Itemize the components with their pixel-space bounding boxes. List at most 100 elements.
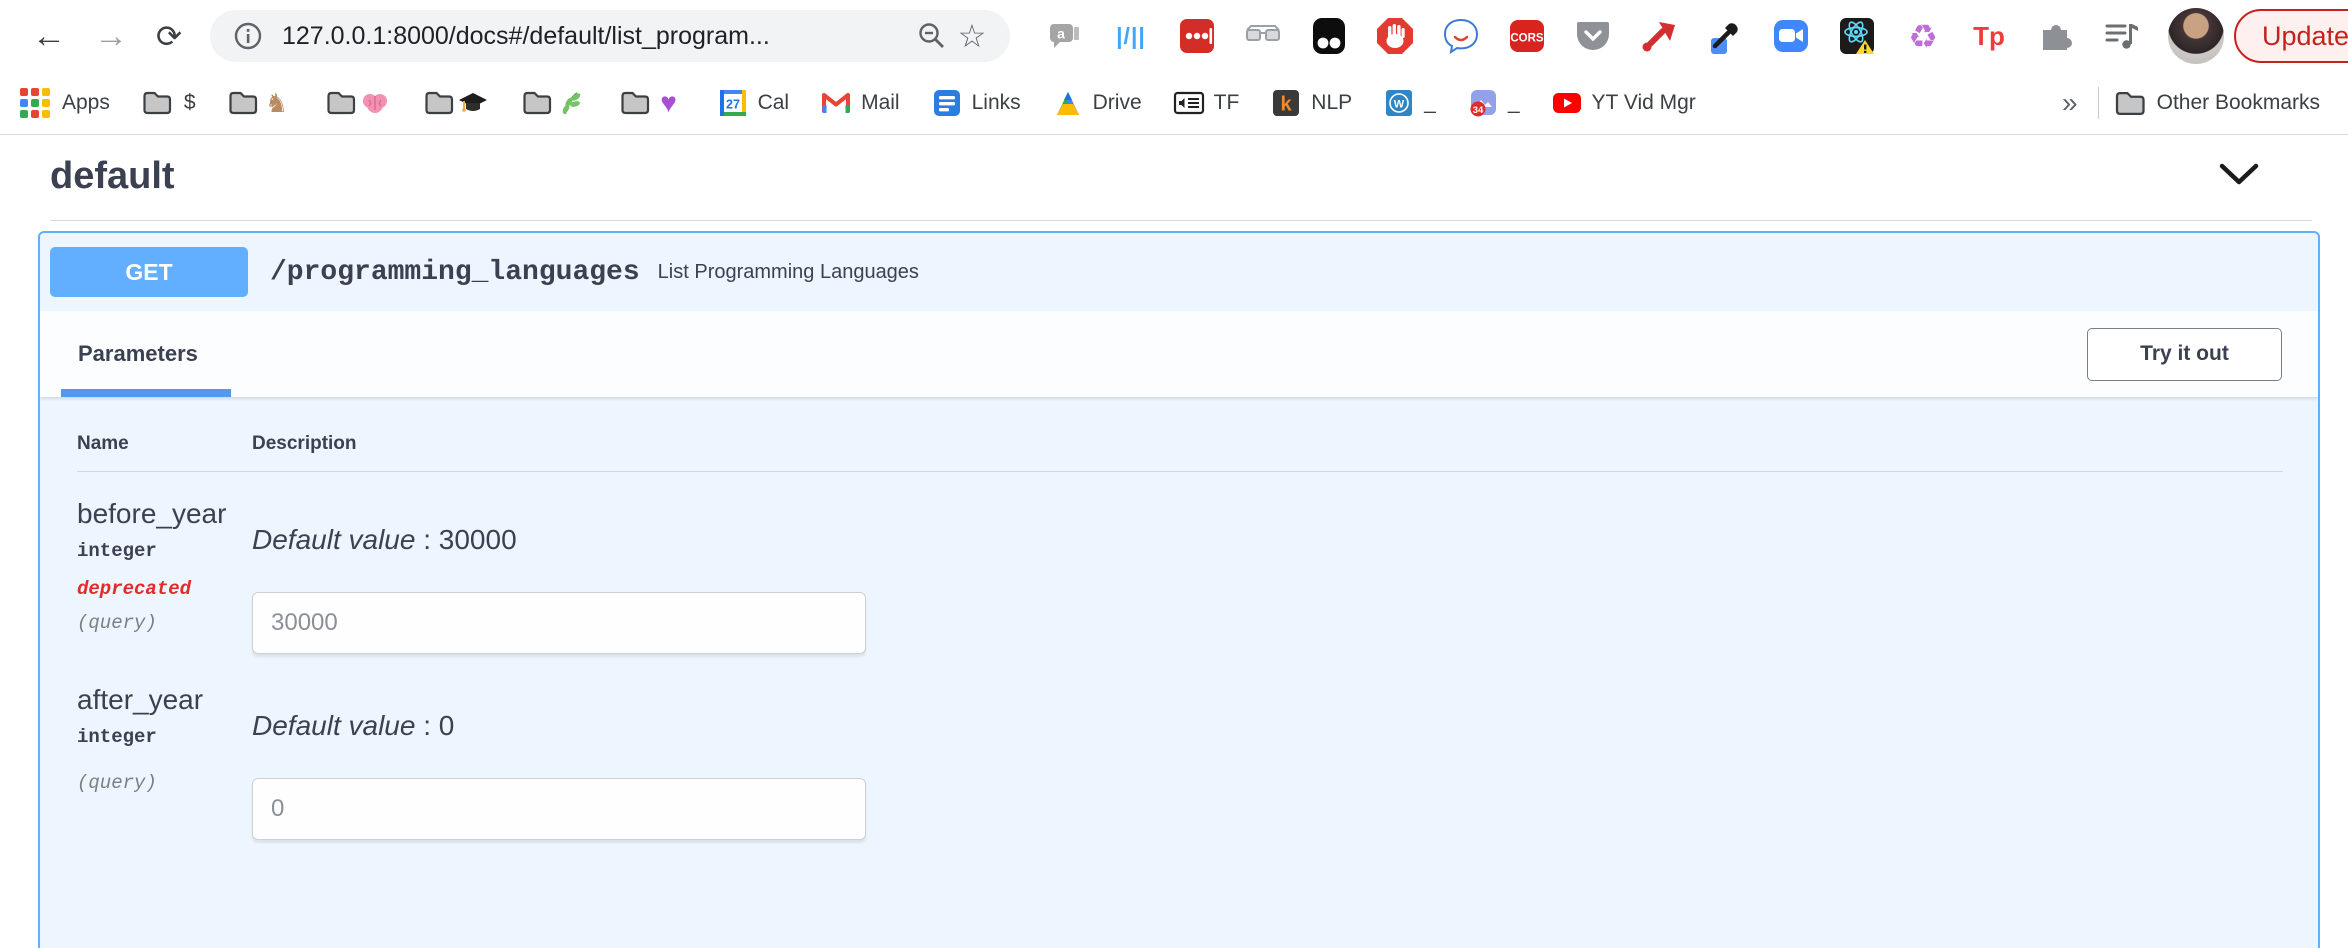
purple-heart-icon: ♥ (652, 86, 686, 120)
chrome-update-button[interactable]: Update ⋮ (2234, 9, 2348, 63)
bookmark-label: _ (1424, 91, 1436, 115)
param-description-cell: Default value : 30000 (252, 498, 2283, 654)
captions-extension-icon[interactable]: a (1045, 16, 1085, 56)
extensions-row: a |/|| CORS (1032, 16, 2154, 56)
google-drive-icon (1051, 86, 1085, 120)
param-default-text: Default value : 0 (252, 710, 2283, 742)
param-default-text: Default value : 30000 (252, 524, 2283, 556)
puzzle-extensions-icon[interactable] (2035, 16, 2075, 56)
adblock-extension-icon[interactable] (1375, 16, 1415, 56)
url-text[interactable]: 127.0.0.1:8000/docs#/default/list_progra… (282, 22, 912, 51)
default-value-label: Default value (252, 524, 415, 555)
address-bar[interactable]: 127.0.0.1:8000/docs#/default/list_progra… (210, 10, 1010, 62)
section-collapse-chevron-icon[interactable] (2216, 160, 2262, 193)
bookmark-folder-brain[interactable] (324, 86, 392, 120)
pocket-extension-icon[interactable] (1573, 16, 1613, 56)
default-value-number: 0 (439, 710, 455, 741)
param-value-input[interactable] (252, 778, 866, 840)
bookmark-cal34[interactable]: 34 _ (1466, 86, 1520, 120)
svg-text:27: 27 (726, 98, 740, 112)
cors-unblock-extension-icon[interactable]: CORS (1507, 16, 1547, 56)
param-value-input[interactable] (252, 592, 866, 654)
bookmarks-overflow-chevron[interactable]: » (2046, 87, 2094, 119)
folder-icon (422, 86, 456, 120)
param-type: integer (77, 726, 252, 748)
graduation-cap-icon (456, 86, 490, 120)
folder-icon (140, 86, 174, 120)
calendar-34-icon: 34 (1466, 86, 1500, 120)
redirect-arrow-extension-icon[interactable] (1639, 16, 1679, 56)
site-info-icon[interactable] (228, 16, 268, 56)
bookmark-yt-vid-mgr[interactable]: YT Vid Mgr (1550, 86, 1696, 120)
bookmark-cal[interactable]: 27 Cal (716, 86, 790, 120)
carousel-horse-icon: ♞ (260, 86, 294, 120)
bookmark-folder-graduation-cap[interactable] (422, 86, 490, 120)
chat-smile-extension-icon[interactable] (1441, 16, 1481, 56)
bookmark-label: Mail (861, 91, 900, 115)
tally-counter-extension-icon[interactable]: |/|| (1111, 16, 1151, 56)
tab-parameters[interactable]: Parameters (76, 311, 200, 397)
back-icon[interactable]: ← (18, 19, 80, 53)
param-deprecated-flag: deprecated (77, 578, 252, 600)
browser-toolbar: ← → ⟳ 127.0.0.1:8000/docs#/default/list_… (0, 0, 2348, 72)
bookmark-mail[interactable]: Mail (819, 86, 900, 120)
bookmark-label: Drive (1093, 91, 1142, 115)
bookmark-folder-purple-heart[interactable]: ♥ (618, 86, 686, 120)
reload-icon[interactable]: ⟳ (142, 21, 196, 52)
zoom-meet-extension-icon[interactable] (1771, 16, 1811, 56)
tab-parameters-label: Parameters (78, 341, 198, 367)
bookmark-wordpress[interactable]: W _ (1382, 86, 1436, 120)
recycle-extension-icon[interactable]: ♻ (1903, 16, 1943, 56)
bookmark-folder-carousel-horse[interactable]: ♞ (226, 86, 294, 120)
try-it-out-button[interactable]: Try it out (2087, 328, 2282, 381)
tab-active-underline (61, 389, 231, 397)
forward-icon[interactable]: → (80, 19, 142, 53)
bookmark-label: Other Bookmarks (2157, 91, 2320, 115)
section-divider (50, 220, 2312, 221)
param-description-cell: Default value : 0 (252, 684, 2283, 840)
bookmark-drive[interactable]: Drive (1051, 86, 1142, 120)
profile-avatar[interactable] (2168, 8, 2224, 64)
3d-glasses-extension-icon[interactable] (1243, 16, 1283, 56)
operation-tab-header: Parameters Try it out (40, 311, 2318, 397)
param-name: before_year (77, 498, 252, 530)
operation-path: /programming_languages (270, 257, 640, 288)
default-value-label: Default value (252, 710, 415, 741)
zoom-out-icon[interactable] (912, 16, 952, 56)
brain-icon (358, 86, 392, 120)
google-calendar-icon: 27 (716, 86, 750, 120)
param-name: after_year (77, 684, 252, 716)
blue-list-icon (930, 86, 964, 120)
bookmark-folder-dollar[interactable]: $ (140, 86, 196, 120)
color-picker-extension-icon[interactable] (1705, 16, 1745, 56)
svg-text:W: W (1394, 99, 1405, 111)
toucan-extension-icon[interactable]: Tp (1969, 16, 2009, 56)
opblock-get: GET /programming_languages List Programm… (38, 231, 2320, 948)
default-value-number: 30000 (439, 524, 517, 555)
bookmark-tf[interactable]: TF (1172, 86, 1240, 120)
parameters-body: Name Description before_year integer dep… (40, 397, 2318, 840)
other-bookmarks[interactable]: Other Bookmarks (2113, 86, 2320, 120)
bookmarks-bar: Apps $ ♞ ♥ 27 Cal Mail Links Drive (0, 72, 2348, 135)
bookmark-label: Links (972, 91, 1021, 115)
operation-summary-row[interactable]: GET /programming_languages List Programm… (40, 233, 2318, 311)
lastpass-extension-icon[interactable] (1177, 16, 1217, 56)
svg-text:CORS: CORS (1510, 33, 1544, 45)
svg-text:34: 34 (1473, 105, 1484, 116)
bookmark-folder-herb[interactable] (520, 86, 588, 120)
bookmark-label: _ (1508, 91, 1520, 115)
bookmark-links[interactable]: Links (930, 86, 1021, 120)
bookmark-apps[interactable]: Apps (18, 86, 110, 120)
bookmark-star-icon[interactable]: ☆ (952, 16, 992, 56)
herb-icon (554, 86, 588, 120)
dark-reader-extension-icon[interactable] (1309, 16, 1349, 56)
bookmark-nlp[interactable]: k NLP (1269, 86, 1352, 120)
bookmark-label: NLP (1311, 91, 1352, 115)
update-label: Update (2262, 21, 2348, 52)
playlist-queue-icon[interactable] (2101, 16, 2141, 56)
folder-icon (324, 86, 358, 120)
card-lines-icon (1172, 86, 1206, 120)
folder-icon (618, 86, 652, 120)
apps-grid-icon (18, 86, 52, 120)
react-devtools-extension-icon[interactable] (1837, 16, 1877, 56)
